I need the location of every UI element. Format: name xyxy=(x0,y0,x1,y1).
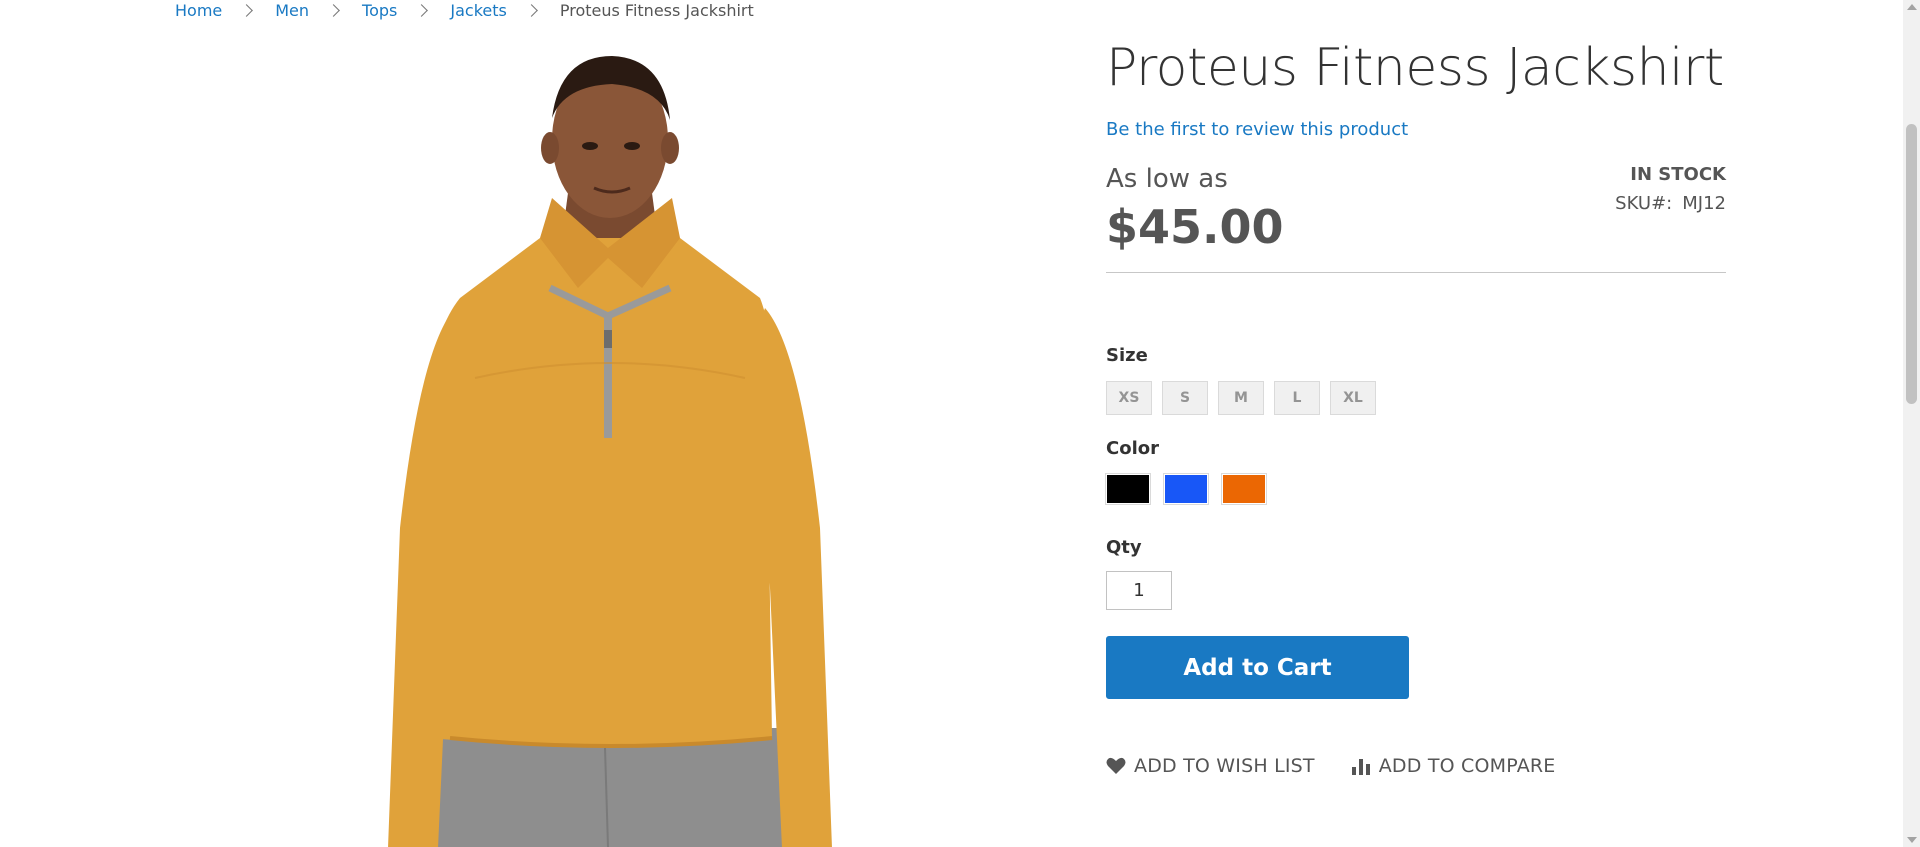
breadcrumb-men[interactable]: Men xyxy=(275,1,309,20)
size-option-l[interactable]: L xyxy=(1274,381,1320,415)
color-option-blue[interactable] xyxy=(1163,473,1209,505)
breadcrumb-jackets[interactable]: Jackets xyxy=(450,1,506,20)
color-option-black[interactable] xyxy=(1105,473,1151,505)
product-image[interactable] xyxy=(380,48,860,847)
page-title: Proteus Fitness Jackshirt xyxy=(1106,38,1724,98)
add-to-compare-button[interactable]: Add to Compare xyxy=(1351,755,1556,777)
color-options xyxy=(1105,473,1267,505)
chevron-right-icon xyxy=(524,3,538,17)
breadcrumb: Home Men Tops Jackets Proteus Fitness Ja… xyxy=(175,0,754,20)
breadcrumb-home[interactable]: Home xyxy=(175,1,222,20)
scroll-down-arrow-icon[interactable] xyxy=(1907,837,1917,843)
scroll-thumb[interactable] xyxy=(1906,124,1917,404)
vertical-scrollbar[interactable] xyxy=(1903,0,1920,847)
chevron-right-icon xyxy=(415,3,429,17)
size-option-xl[interactable]: XL xyxy=(1330,381,1376,415)
divider xyxy=(1106,272,1726,273)
chevron-right-icon xyxy=(240,3,254,17)
size-option-s[interactable]: S xyxy=(1162,381,1208,415)
product-page: Home Men Tops Jackets Proteus Fitness Ja… xyxy=(0,0,1920,847)
size-option-xs[interactable]: XS xyxy=(1106,381,1152,415)
size-option-m[interactable]: M xyxy=(1218,381,1264,415)
product-actions: Add to Wish List Add to Compare xyxy=(1106,755,1556,777)
compare-label: Add to Compare xyxy=(1378,755,1556,777)
heart-icon xyxy=(1106,757,1126,774)
size-label: Size xyxy=(1106,345,1148,366)
qty-input[interactable] xyxy=(1106,571,1172,610)
qty-label: Qty xyxy=(1106,537,1142,558)
sku-label: SKU#: xyxy=(1615,193,1673,214)
color-label: Color xyxy=(1106,438,1159,459)
chevron-right-icon xyxy=(327,3,340,17)
sku-value: MJ12 xyxy=(1682,193,1726,214)
breadcrumb-current: Proteus Fitness Jackshirt xyxy=(559,0,754,20)
size-options: XS S M L XL xyxy=(1106,381,1376,415)
color-option-orange[interactable] xyxy=(1221,473,1267,505)
add-to-cart-button[interactable]: Add to Cart xyxy=(1106,636,1409,699)
review-link[interactable]: Be the first to review this product xyxy=(1106,119,1408,140)
stock-status: IN STOCK xyxy=(1630,164,1726,185)
add-to-wish-list-button[interactable]: Add to Wish List xyxy=(1106,755,1315,777)
breadcrumb-tops[interactable]: Tops xyxy=(362,1,397,20)
price-prefix: As low as xyxy=(1106,164,1228,194)
price: $45.00 xyxy=(1106,200,1284,254)
bar-chart-icon xyxy=(1351,759,1370,775)
sku: SKU#: MJ12 xyxy=(1615,193,1726,214)
wish-list-label: Add to Wish List xyxy=(1134,755,1315,777)
scroll-up-arrow-icon[interactable] xyxy=(1907,4,1917,10)
product-photo xyxy=(388,56,832,847)
